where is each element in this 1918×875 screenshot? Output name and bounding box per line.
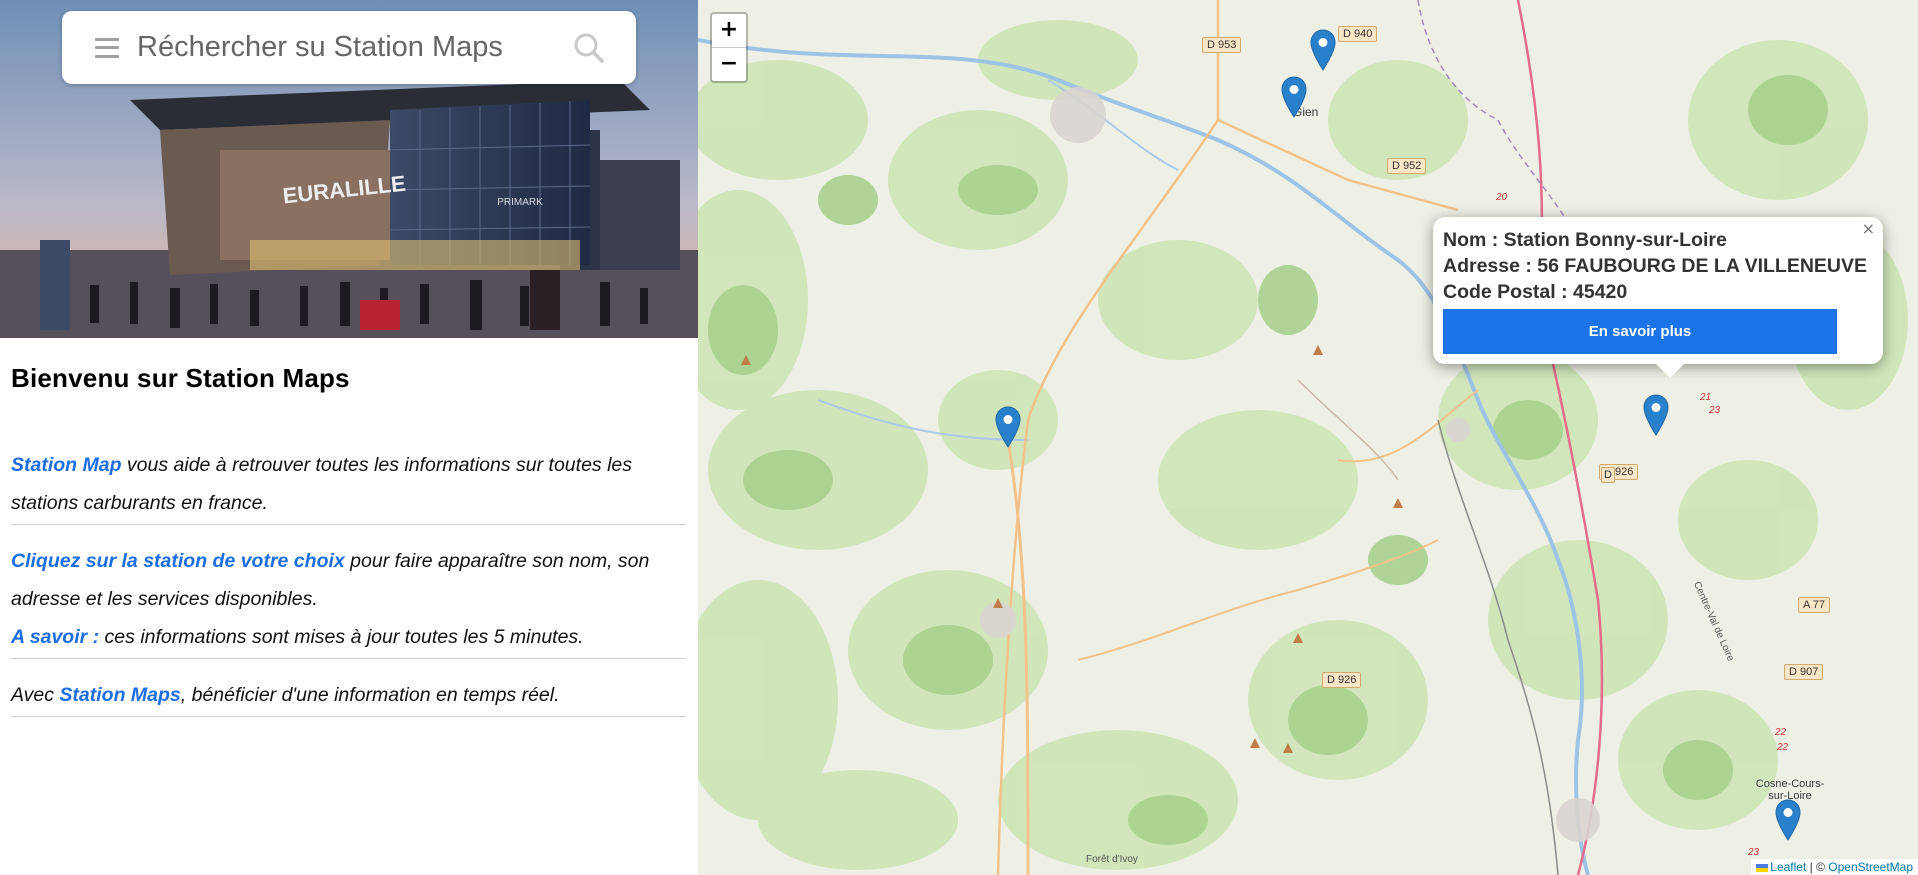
station-maps-highlight: Station Maps — [59, 684, 181, 706]
map-tiles — [698, 0, 1918, 875]
zoom-out-button[interactable]: − — [712, 48, 746, 81]
intro-paragraph-3-prefix: Avec — [11, 684, 60, 706]
instruction-highlight: Cliquez sur la station de votre choix — [11, 550, 345, 572]
ukraine-flag-icon — [1756, 863, 1769, 872]
sidebar: EURALILLE PRIMARK Bienvenu sur Station — [0, 0, 698, 875]
route-number-21: 21 — [1700, 392, 1712, 403]
forest-label: Forêt d'Ivoy — [1086, 854, 1138, 865]
intro-paragraph-2b-text: ces informations sont mises à jour toute… — [99, 626, 584, 648]
more-info-button[interactable]: En savoir plus — [1443, 309, 1837, 354]
search-icon[interactable] — [572, 31, 606, 65]
route-number-23-south: 23 — [1748, 847, 1760, 858]
hamburger-menu-icon[interactable] — [95, 37, 119, 58]
zoom-in-button[interactable]: + — [712, 14, 746, 48]
road-label-d953: D 953 — [1202, 37, 1242, 53]
map-view[interactable]: + − D 953 D 940 D 952 D 926 D 926 A 77 D… — [698, 0, 1918, 875]
route-number-23-north: 23 — [1709, 405, 1721, 416]
openstreetmap-link[interactable]: OpenStreetMap — [1828, 860, 1913, 874]
search-bar — [62, 11, 636, 84]
road-label-d-small: D — [1601, 467, 1615, 483]
zoom-control: + − — [710, 12, 748, 83]
intro-paragraph-1: Station Map vous aide à retrouver toutes… — [11, 446, 686, 525]
station-marker[interactable] — [1281, 76, 1307, 118]
info-highlight: A savoir : — [11, 626, 100, 648]
road-label-d952: D 952 — [1387, 158, 1427, 174]
intro-section: Bienvenu sur Station Maps Station Map vo… — [11, 338, 686, 717]
intro-paragraph-2: Cliquez sur la station de votre choix po… — [11, 542, 686, 659]
route-number-22-a: 22 — [1775, 727, 1787, 738]
leaflet-link[interactable]: Leaflet — [1770, 860, 1806, 874]
station-map-link: Station Map — [11, 454, 122, 476]
station-marker-selected[interactable] — [1643, 394, 1669, 436]
search-input[interactable] — [135, 30, 572, 65]
attribution-separator: | © — [1806, 860, 1829, 874]
station-marker[interactable] — [1310, 29, 1336, 71]
road-label-a77: A 77 — [1798, 597, 1831, 613]
popup-station-name: Nom : Station Bonny-sur-Loire — [1443, 229, 1727, 251]
road-label-d940: D 940 — [1338, 26, 1378, 42]
popup-station-address: Adresse : 56 FAUBOURG DE LA VILLENEUVE — [1443, 255, 1868, 277]
road-label-d926-south: D 926 — [1322, 672, 1362, 688]
popup-station-postal-code: Code Postal : 45420 — [1443, 281, 1628, 303]
intro-paragraph-3: Avec Station Maps, bénéficier d'une info… — [11, 676, 686, 717]
map-attribution: Leaflet | © OpenStreetMap — [1751, 859, 1918, 875]
station-popup: × Nom : Station Bonny-sur-Loire Adresse … — [1433, 217, 1883, 378]
road-label-d907: D 907 — [1784, 664, 1824, 680]
popup-tip — [1655, 363, 1685, 378]
intro-paragraph-3-text: , bénéficier d'une information en temps … — [180, 684, 560, 706]
station-marker[interactable] — [1775, 799, 1801, 841]
route-number-20: 20 — [1496, 192, 1508, 203]
station-marker[interactable] — [995, 406, 1021, 448]
popup-close-button[interactable]: × — [1862, 219, 1875, 238]
page-title: Bienvenu sur Station Maps — [11, 363, 350, 393]
hero-store-text: PRIMARK — [497, 197, 543, 208]
route-number-22-b: 22 — [1777, 742, 1789, 753]
